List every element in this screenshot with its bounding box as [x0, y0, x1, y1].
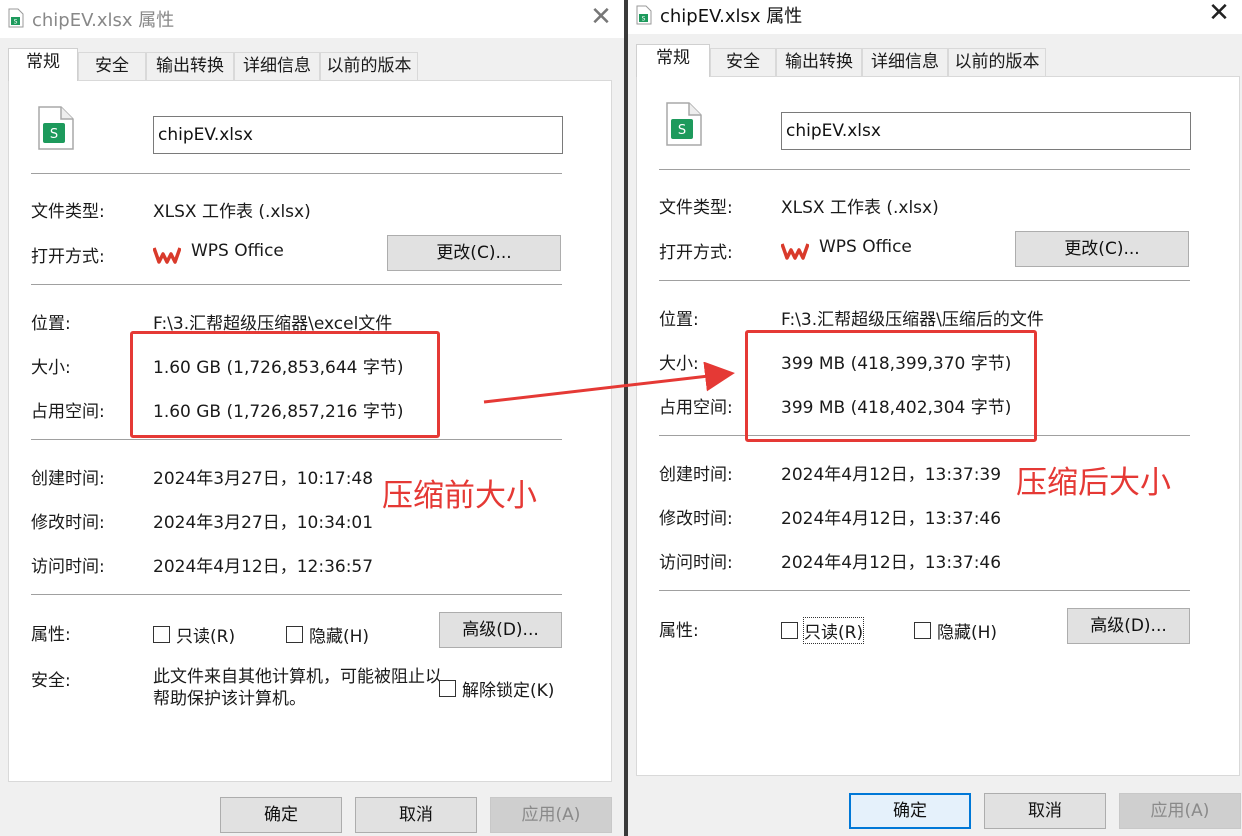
advanced-button[interactable]: 高级(D)...	[439, 612, 562, 648]
apply-button[interactable]: 应用(A)	[490, 797, 612, 833]
created-label: 创建时间:	[659, 465, 733, 485]
close-icon: ✕	[590, 2, 612, 32]
change-button[interactable]: 更改(C)...	[1015, 231, 1189, 267]
readonly-label: 只读(R)	[176, 627, 236, 647]
spreadsheet-file-icon: S	[38, 106, 74, 150]
ok-button[interactable]: 确定	[849, 793, 971, 829]
spreadsheet-file-icon: S	[8, 8, 24, 28]
hidden-checkbox[interactable]: 隐藏(H)	[286, 622, 369, 647]
annotation-before: 压缩前大小	[382, 478, 537, 514]
tab-security[interactable]: 安全	[710, 48, 776, 76]
checkbox-box[interactable]	[914, 622, 931, 639]
wps-logo-icon	[781, 243, 809, 260]
change-button[interactable]: 更改(C)...	[387, 235, 561, 271]
highlight-box-before	[130, 331, 440, 438]
tab-output-conversion[interactable]: 输出转换	[146, 52, 234, 80]
svg-text:S: S	[642, 16, 646, 23]
annotation-after: 压缩后大小	[1016, 465, 1171, 501]
modified-value: 2024年3月27日，10:34:01	[153, 513, 374, 533]
tab-security[interactable]: 安全	[78, 52, 146, 80]
created-value: 2024年3月27日，10:17:48	[153, 469, 374, 489]
security-warning-text: 此文件来自其他计算机，可能被阻止以帮助保护该计算机。	[153, 667, 442, 709]
readonly-checkbox[interactable]: 只读(R)	[153, 622, 235, 647]
svg-text:S: S	[50, 127, 58, 142]
close-icon: ✕	[1208, 0, 1230, 28]
tab-details[interactable]: 详细信息	[234, 52, 320, 80]
security-label: 安全:	[31, 671, 71, 691]
checkbox-box[interactable]	[781, 622, 798, 639]
hidden-checkbox[interactable]: 隐藏(H)	[914, 618, 997, 643]
attributes-label: 属性:	[659, 621, 699, 641]
location-label: 位置:	[659, 310, 699, 330]
spreadsheet-file-icon: S	[666, 102, 702, 146]
advanced-button[interactable]: 高级(D)...	[1067, 608, 1190, 644]
divider	[31, 284, 562, 285]
svg-text:S: S	[14, 19, 18, 26]
accessed-label: 访问时间:	[31, 557, 105, 577]
title-bar: S chipEV.xlsx 属性 ✕	[628, 0, 1242, 34]
title-bar: S chipEV.xlsx 属性 ✕	[0, 0, 624, 38]
divider	[31, 594, 562, 595]
tab-general[interactable]: 常规	[636, 44, 710, 77]
file-type-label: 文件类型:	[31, 202, 105, 222]
divider	[31, 439, 562, 440]
close-button[interactable]: ✕	[586, 4, 616, 32]
file-type-value: XLSX 工作表 (.xlsx)	[781, 198, 939, 218]
modified-label: 修改时间:	[659, 509, 733, 529]
checkbox-box[interactable]	[153, 626, 170, 643]
accessed-value: 2024年4月12日，12:36:57	[153, 557, 374, 577]
unblock-checkbox[interactable]: 解除锁定(K)	[439, 676, 554, 701]
open-with-label: 打开方式:	[659, 243, 733, 263]
cancel-button[interactable]: 取消	[984, 793, 1106, 829]
file-name-input[interactable]	[153, 116, 563, 154]
divider	[659, 280, 1190, 281]
divider	[31, 173, 562, 174]
location-value: F:\3.汇帮超级压缩器\压缩后的文件	[781, 310, 1044, 330]
created-value: 2024年4月12日，13:37:39	[781, 465, 1002, 485]
size-label: 大小:	[31, 358, 71, 378]
divider	[659, 590, 1190, 591]
highlight-box-after	[745, 330, 1037, 442]
tab-output-conversion[interactable]: 输出转换	[776, 48, 862, 76]
file-name-input[interactable]	[781, 112, 1191, 150]
modified-value: 2024年4月12日，13:37:46	[781, 509, 1002, 529]
hidden-label: 隐藏(H)	[937, 623, 998, 643]
disk-size-label: 占用空间:	[31, 402, 105, 422]
accessed-label: 访问时间:	[659, 553, 733, 573]
divider	[659, 169, 1190, 170]
file-type-label: 文件类型:	[659, 198, 733, 218]
unblock-label: 解除锁定(K)	[462, 681, 555, 701]
ok-button[interactable]: 确定	[220, 797, 342, 833]
open-with-value: WPS Office	[819, 237, 912, 257]
svg-text:S: S	[678, 123, 686, 138]
cancel-button[interactable]: 取消	[355, 797, 477, 833]
wps-logo-icon	[153, 247, 181, 264]
hidden-label: 隐藏(H)	[309, 627, 370, 647]
window-title: chipEV.xlsx 属性	[660, 6, 803, 27]
accessed-value: 2024年4月12日，13:37:46	[781, 553, 1002, 573]
modified-label: 修改时间:	[31, 513, 105, 533]
open-with-label: 打开方式:	[31, 247, 105, 267]
tab-previous-versions[interactable]: 以前的版本	[320, 52, 418, 80]
file-type-value: XLSX 工作表 (.xlsx)	[153, 202, 311, 222]
spreadsheet-file-icon: S	[636, 5, 652, 25]
tab-previous-versions[interactable]: 以前的版本	[948, 48, 1046, 76]
open-with-value: WPS Office	[191, 241, 284, 261]
checkbox-box[interactable]	[286, 626, 303, 643]
tab-details[interactable]: 详细信息	[862, 48, 948, 76]
readonly-label: 只读(R)	[802, 617, 865, 644]
location-label: 位置:	[31, 314, 71, 334]
tab-general[interactable]: 常规	[8, 48, 78, 81]
attributes-label: 属性:	[31, 625, 71, 645]
close-button[interactable]: ✕	[1204, 0, 1234, 28]
checkbox-box[interactable]	[439, 680, 456, 697]
readonly-checkbox[interactable]: 只读(R)	[781, 617, 865, 644]
window-title: chipEV.xlsx 属性	[32, 10, 175, 31]
created-label: 创建时间:	[31, 469, 105, 489]
apply-button[interactable]: 应用(A)	[1119, 793, 1241, 829]
arrow-icon	[483, 362, 735, 404]
